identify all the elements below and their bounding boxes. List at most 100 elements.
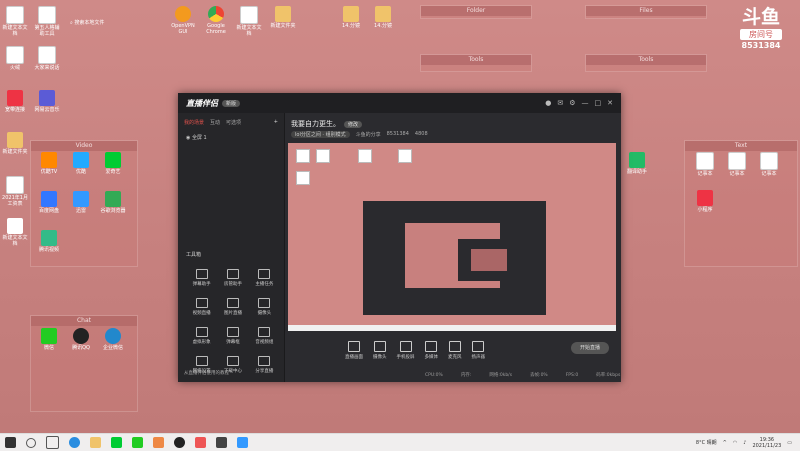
desktop-icon[interactable]: 宽带连接 — [2, 90, 28, 113]
desktop-icon[interactable]: 新建文本文档 — [2, 6, 28, 37]
eye-icon[interactable]: ◉ — [186, 135, 190, 141]
tool-danmaku-box[interactable]: 弹幕框 — [217, 327, 248, 345]
btn-speaker[interactable]: 扬声器 — [472, 340, 485, 360]
volume-icon[interactable]: ♪ — [743, 440, 746, 446]
desktop-icon[interactable]: Google Chrome — [203, 6, 229, 35]
desktop-icon[interactable]: 腾讯视频 — [36, 230, 62, 253]
desktop-icon[interactable]: 迅雷 — [68, 191, 94, 214]
tray-arrow-icon[interactable]: ^ — [723, 440, 727, 446]
desktop-icon[interactable]: OpenVPN GUI — [170, 6, 196, 35]
title-bar[interactable]: 直播伴侣 新版 ● ✉ ⚙ — □ ✕ — [178, 93, 621, 113]
folder-icon — [7, 132, 23, 148]
message-icon[interactable]: ✉ — [557, 99, 563, 107]
tool-danmaku[interactable]: 弹幕助手 — [186, 269, 217, 287]
desktop-icon[interactable]: 谷歌浏览器 — [100, 191, 126, 214]
desktop-icon[interactable]: 腾讯QQ — [68, 328, 94, 351]
desktop-icon[interactable]: 14.分镜 — [338, 6, 364, 29]
document-icon — [38, 6, 56, 24]
edit-title-button[interactable]: 修改 — [344, 120, 363, 128]
desktop-icon[interactable]: 记事本 — [756, 152, 782, 177]
desktop-icon[interactable]: 新建文件夹 — [270, 6, 296, 29]
tool-video-live[interactable]: 视频直播 — [186, 298, 217, 316]
weather[interactable]: 8°C 晴朗 — [696, 439, 717, 446]
btn-live-screen[interactable]: 直播画面 — [345, 340, 363, 360]
desktop-icon[interactable]: 记事本 — [724, 152, 750, 177]
clock[interactable]: 19:36 2021/11/23 — [752, 437, 781, 449]
file-explorer-icon[interactable] — [90, 437, 101, 448]
desktop-icon[interactable]: 企业微信 — [100, 328, 126, 351]
btn-microphone[interactable]: 麦克风 — [448, 340, 462, 360]
category-chip[interactable]: lol分区之间 · 组别模式 — [291, 131, 350, 138]
tutorial-link[interactable]: 从直播伴侣使用的教程 — [184, 370, 229, 376]
desktop-icon[interactable]: 翻译助手 — [624, 152, 650, 175]
document-icon — [696, 152, 714, 170]
tool-avatar[interactable]: 虚拟形象 — [186, 327, 217, 345]
desktop-icon[interactable]: 火绒 — [2, 46, 28, 71]
live-companion-window[interactable]: 直播伴侣 新版 ● ✉ ⚙ — □ ✕ 我的场景 互动 可选项 + ◉ 全屏 1… — [178, 93, 621, 382]
btn-phone-cast[interactable]: 手机投屏 — [397, 340, 415, 360]
obs-icon[interactable] — [174, 437, 185, 448]
desktop-icon[interactable]: 网易云音乐 — [34, 90, 60, 113]
tasks-icon — [258, 269, 271, 279]
task-view-icon[interactable] — [46, 436, 59, 449]
desktop-icon[interactable]: 小程序 — [692, 190, 718, 213]
desktop-icon[interactable]: 新建文本文档 — [2, 218, 28, 247]
desktop-icon[interactable]: 新建文件夹 — [2, 132, 28, 155]
fence-tools-2[interactable]: Tools — [585, 54, 707, 72]
scene-item[interactable]: ◉ 全屏 1 — [178, 132, 284, 143]
version-badge[interactable]: 新版 — [222, 99, 241, 107]
wechat-icon[interactable] — [132, 437, 143, 448]
btn-camera[interactable]: 摄像头 — [373, 340, 387, 360]
tool-tasks[interactable]: 主播任务 — [249, 269, 280, 287]
desktop-icon[interactable]: 优酷TV — [36, 152, 62, 175]
notification-icon[interactable]: ▭ — [787, 440, 792, 446]
desktop-search[interactable]: ⌕ 搜索本地文件 — [70, 19, 104, 26]
maximize-icon[interactable]: □ — [595, 99, 602, 107]
room-title: 我要自力更生。 — [291, 120, 340, 128]
youku-tv-icon — [41, 152, 57, 168]
fence-files[interactable]: Files — [585, 5, 707, 19]
search-icon[interactable] — [26, 437, 36, 448]
live-companion-icon[interactable] — [195, 437, 206, 448]
desktop-icon[interactable]: 大家来说话 — [34, 46, 60, 71]
fence-folder[interactable]: Folder — [420, 5, 532, 19]
avatar[interactable]: ● — [545, 99, 551, 107]
stream-preview[interactable] — [288, 143, 616, 325]
fence-tools-1[interactable]: Tools — [420, 54, 532, 72]
tool-share[interactable]: 分享直播 — [249, 356, 280, 374]
windows-start-icon[interactable] — [5, 437, 16, 448]
scene-label: 全屏 1 — [191, 135, 207, 141]
desktop-icon[interactable]: 爱奇艺 — [100, 152, 126, 175]
desktop-icon[interactable]: 记事本 — [692, 152, 718, 177]
desktop-icon[interactable]: 新建文本文档 — [236, 6, 262, 37]
settings-icon[interactable]: ⚙ — [569, 99, 575, 107]
tool-image-live[interactable]: 图片直播 — [217, 298, 248, 316]
browser-icon[interactable] — [237, 437, 248, 448]
desktop-icon[interactable]: 优酷 — [68, 152, 94, 175]
minimize-icon[interactable]: — — [582, 99, 589, 107]
desktop-icon[interactable]: 14.分镜 — [370, 6, 396, 29]
desktop-icon[interactable]: 微信 — [36, 328, 62, 351]
tool-camera[interactable]: 摄像头 — [249, 298, 280, 316]
search-hint: 搜索本地文件 — [74, 20, 105, 26]
edge-icon[interactable] — [69, 437, 80, 448]
tab-interaction[interactable]: 互动 — [210, 119, 220, 126]
start-live-button[interactable]: 开始直播 — [571, 342, 609, 354]
add-scene-icon[interactable]: + — [274, 119, 278, 126]
tab-options[interactable]: 可选项 — [226, 119, 241, 126]
danmaku-icon — [195, 269, 208, 279]
desktop-icon[interactable]: 百度网盘 — [36, 191, 62, 214]
app-icon[interactable] — [216, 437, 227, 448]
scene-tabs: 我的场景 互动 可选项 + — [178, 113, 284, 132]
desktop-icon[interactable]: 2021年1月工资表 — [2, 176, 28, 207]
iqiyi-icon[interactable] — [111, 437, 122, 448]
app-icon[interactable] — [153, 437, 164, 448]
desktop-icon[interactable]: 第五人格辅助工具 — [34, 6, 60, 37]
close-icon[interactable]: ✕ — [607, 99, 613, 107]
tab-my-scenes[interactable]: 我的场景 — [184, 119, 204, 126]
tencent-video-icon — [41, 230, 57, 246]
tool-room-admin[interactable]: 房管助手 — [217, 269, 248, 287]
tool-av-group[interactable]: 音视频组 — [249, 327, 280, 345]
network-icon[interactable]: ◠ — [733, 440, 737, 446]
btn-media[interactable]: 多媒体 — [425, 340, 438, 360]
